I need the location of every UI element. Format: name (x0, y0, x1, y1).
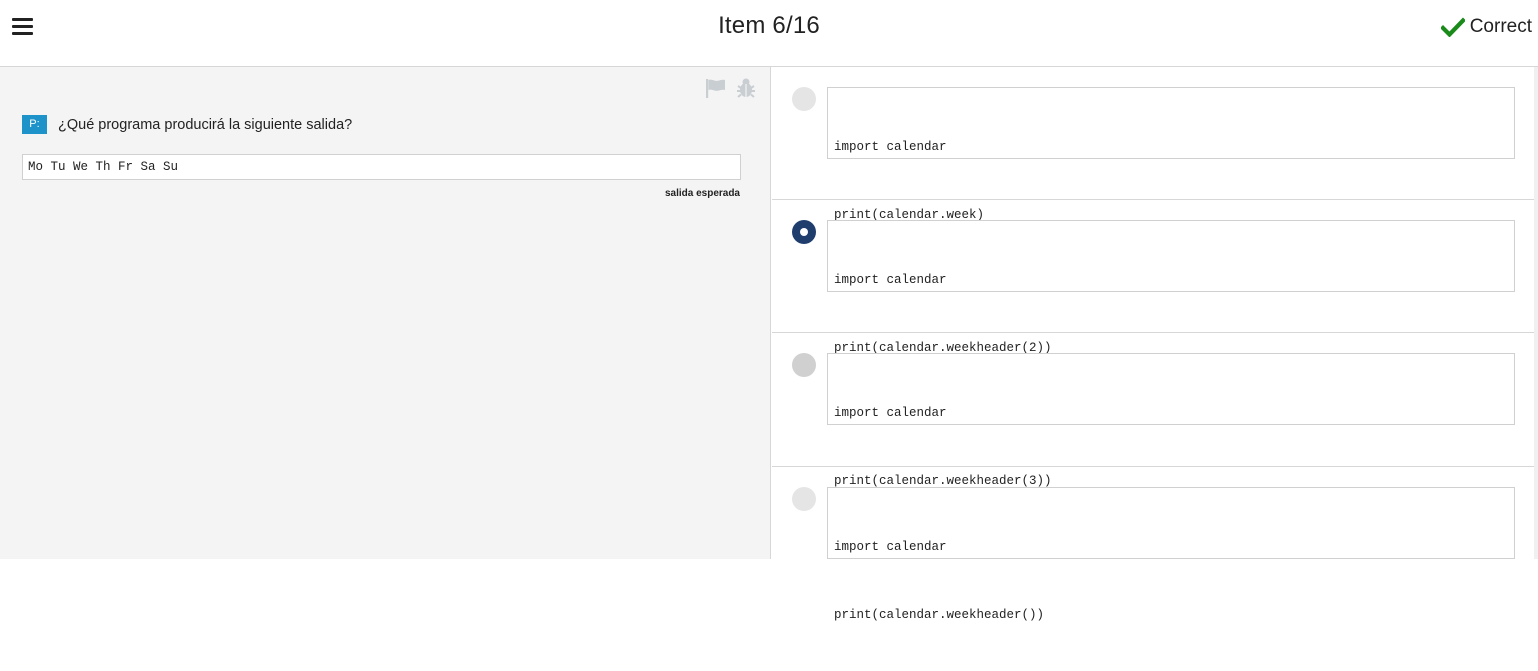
top-bar: Item 6/16 Correct (0, 0, 1538, 67)
answer-options-panel: import calendar print(calendar.week) imp… (772, 67, 1538, 622)
code-line: import calendar (834, 273, 947, 287)
answer-option[interactable]: import calendar print(calendar.weekheade… (772, 200, 1538, 355)
option-radio[interactable] (792, 87, 816, 111)
code-line: import calendar (834, 406, 947, 420)
answer-option[interactable]: import calendar print(calendar.weekheade… (772, 467, 1538, 622)
flag-icon[interactable] (704, 77, 726, 99)
code-line: import calendar (834, 140, 947, 154)
answer-option[interactable]: import calendar print(calendar.weekheade… (772, 333, 1538, 488)
answer-option[interactable]: import calendar print(calendar.week) (772, 67, 1538, 222)
question-prompt: P: ¿Qué programa producirá la siguiente … (22, 115, 352, 134)
bug-icon[interactable] (735, 77, 757, 99)
scrollbar[interactable] (1534, 67, 1538, 559)
option-code-box[interactable]: import calendar print(calendar.weekheade… (827, 353, 1515, 488)
status-label: Correct (1469, 16, 1532, 37)
option-radio[interactable] (792, 487, 816, 511)
option-radio[interactable] (792, 353, 816, 377)
checkmark-icon (1440, 17, 1465, 37)
expected-output-box: Mo Tu We Th Fr Sa Su (22, 154, 741, 180)
option-radio-selected[interactable] (792, 220, 816, 244)
question-tools (704, 77, 757, 99)
option-code-box[interactable]: import calendar print(calendar.weekheade… (827, 220, 1515, 355)
answer-status: Correct (1440, 15, 1532, 39)
code-line: import calendar (834, 540, 947, 554)
question-panel: P: ¿Qué programa producirá la siguiente … (0, 67, 771, 559)
question-badge: P: (22, 115, 47, 134)
expected-output-caption: salida esperada (664, 188, 740, 199)
question-text: ¿Qué programa producirá la siguiente sal… (58, 116, 353, 133)
code-line: print(calendar.weekheader()) (834, 607, 1045, 622)
item-counter-title: Item 6/16 (718, 12, 820, 39)
option-code-box[interactable]: import calendar print(calendar.week) (827, 87, 1515, 222)
option-code-box[interactable]: import calendar print(calendar.weekheade… (827, 487, 1515, 622)
